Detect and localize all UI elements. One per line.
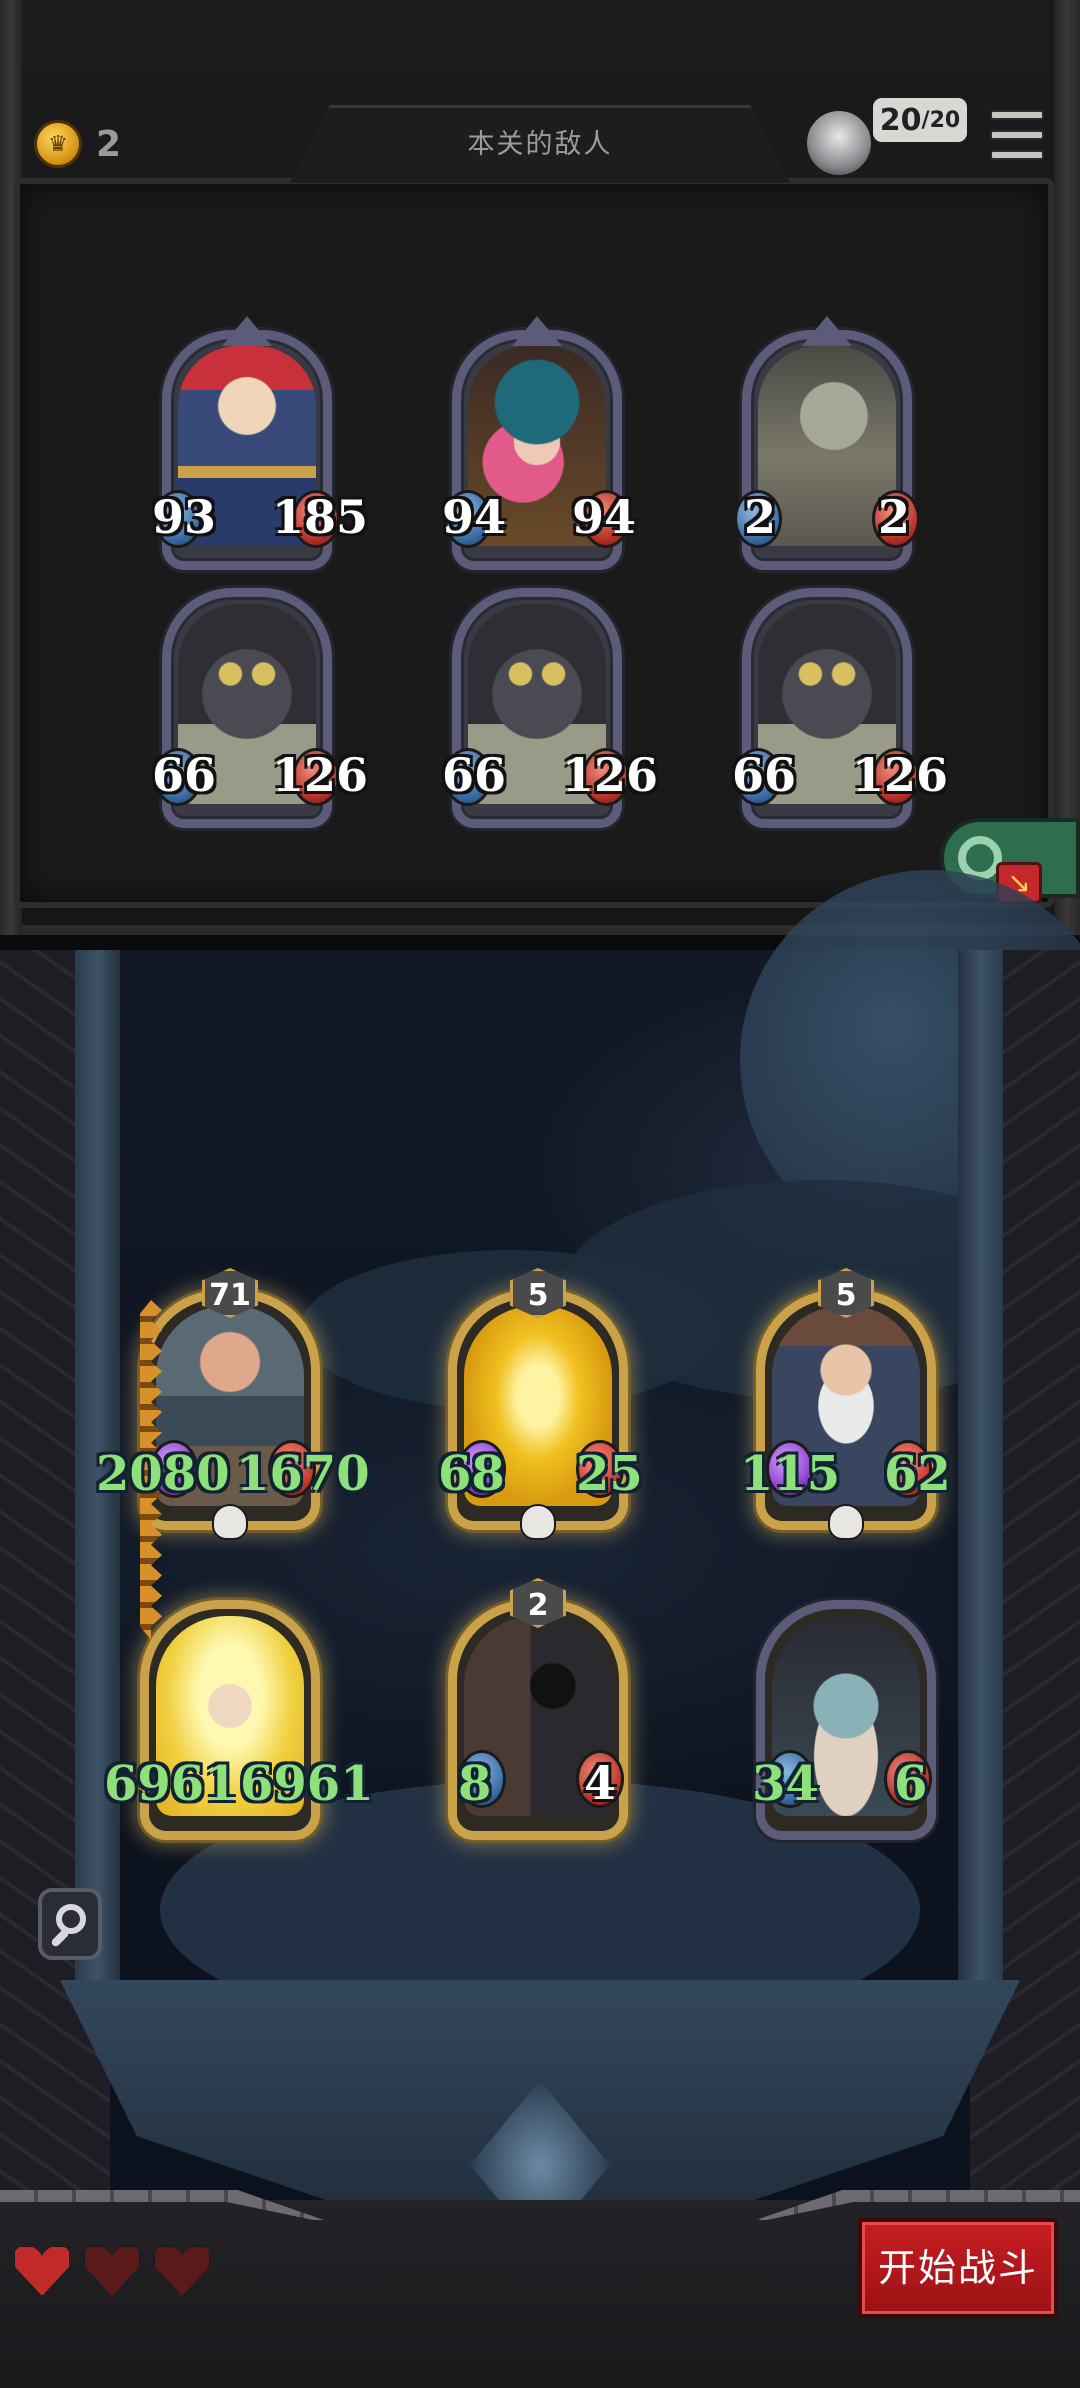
enemy-attack: 66 <box>442 748 507 802</box>
enemy-card[interactable]: 94 94 <box>442 316 636 570</box>
hero-attack: 8 <box>458 1756 492 1812</box>
player-health: 20 /20 <box>870 95 970 145</box>
enemy-health: 126 <box>562 748 659 802</box>
hero-health: 1670 <box>236 1446 370 1502</box>
gold-counter: ♛ 2 <box>34 120 121 168</box>
hero-attack: 115 <box>740 1446 841 1502</box>
hero-card[interactable]: 34 6 <box>752 1600 936 1840</box>
enemy-attack: 94 <box>442 490 507 544</box>
skull-icon <box>520 1504 556 1540</box>
start-battle-button[interactable]: 开始战斗 <box>858 2218 1058 2318</box>
hero-health: 6961 <box>240 1756 374 1812</box>
enemy-card[interactable]: 2 2 <box>734 316 920 570</box>
hero-attack: 6961 <box>104 1756 238 1812</box>
hero-health: 4 <box>584 1756 617 1810</box>
hero-health: 25 <box>576 1446 643 1502</box>
hero-card[interactable]: 5 115 62 <box>740 1268 951 1540</box>
pillar-right <box>958 950 1003 2000</box>
game-screen: 本关的敌人 ♛ 2 20 /20 93 185 94 94 2 2 66 126… <box>0 0 1080 2388</box>
enemy-health: 185 <box>272 490 369 544</box>
enemy-attack: 93 <box>152 490 217 544</box>
health-current: 20 <box>879 102 922 138</box>
heart-icon <box>152 2244 212 2298</box>
enemy-health: 2 <box>878 490 911 544</box>
gold-amount: 2 <box>96 123 122 165</box>
heart-icon <box>12 2244 72 2298</box>
hero-card[interactable]: 71 2080 1670 <box>96 1268 370 1540</box>
hero-attack: 68 <box>438 1446 505 1502</box>
enemy-card[interactable]: 93 185 <box>152 316 368 570</box>
enemy-attack: 2 <box>744 490 777 544</box>
enemy-card[interactable]: 66 126 <box>442 588 658 828</box>
enemy-attack: 66 <box>152 748 217 802</box>
enemy-health: 126 <box>272 748 369 802</box>
hero-attack: 34 <box>752 1756 819 1812</box>
hero-attack: 2080 <box>96 1446 230 1502</box>
magnifier-icon[interactable] <box>38 1888 102 1960</box>
panel-rail-right <box>1054 0 1080 935</box>
enemy-health: 126 <box>852 748 949 802</box>
panel-title: 本关的敌人 <box>467 129 613 160</box>
heart-icon <box>82 2244 142 2298</box>
hero-health: 62 <box>884 1446 951 1502</box>
hero-health: 6 <box>894 1756 928 1812</box>
hero-card[interactable]: 5 68 25 <box>438 1268 643 1540</box>
enemy-attack: 66 <box>732 748 797 802</box>
crown-coin-icon: ♛ <box>34 120 82 168</box>
enemy-health: 94 <box>572 490 637 544</box>
lives <box>12 2244 212 2298</box>
menu-icon[interactable] <box>990 110 1044 160</box>
enemy-panel: 本关的敌人 ♛ 2 20 /20 93 185 94 94 2 2 66 126… <box>0 0 1080 935</box>
enemy-card[interactable]: 66 126 <box>152 588 368 828</box>
player-avatar[interactable] <box>804 108 874 178</box>
hero-card[interactable]: 2 8 4 <box>448 1578 628 1840</box>
skull-icon <box>828 1504 864 1540</box>
skull-icon <box>212 1504 248 1540</box>
hero-card[interactable]: 6961 6961 <box>104 1600 374 1840</box>
health-max: /20 <box>921 107 961 133</box>
enemy-card[interactable]: 66 126 <box>732 588 948 828</box>
